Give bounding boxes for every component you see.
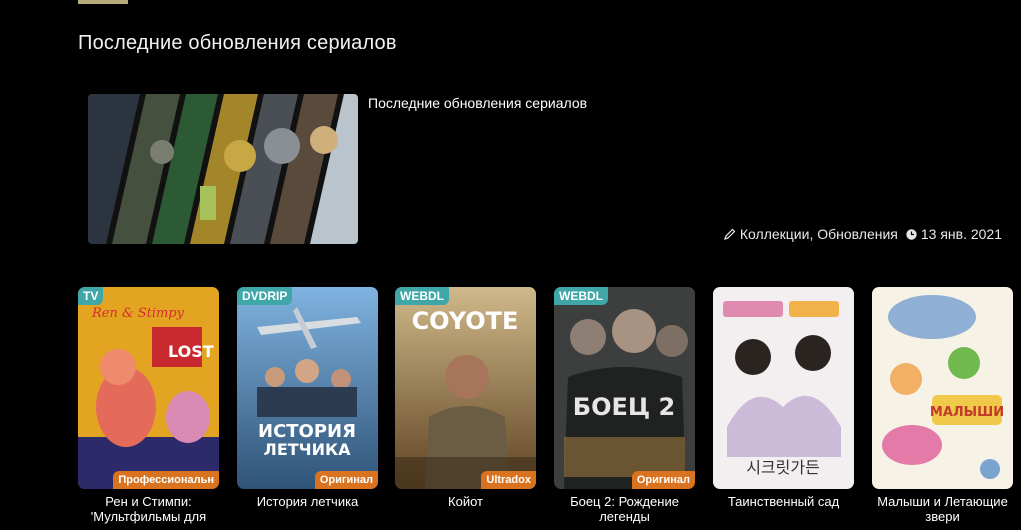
- show-poster[interactable]: COYOTE WEBDL Ultradox: [395, 287, 536, 489]
- show-title[interactable]: Койот: [395, 494, 536, 509]
- translation-badge: Оригинал: [314, 471, 378, 489]
- collection-date: 13 янв. 2021: [920, 226, 1002, 242]
- section-title: Последние обновления сериалов: [78, 32, 397, 54]
- shows-row: LOST Ren & Stimpy TV Профессиональн Рен …: [78, 287, 1021, 530]
- show-poster[interactable]: LOST Ren & Stimpy TV Профессиональн: [78, 287, 219, 489]
- show-title[interactable]: Малыши и Летающие звери: [872, 494, 1013, 524]
- translation-badge: Оригинал: [631, 471, 695, 489]
- show-poster[interactable]: 시크릿가든: [713, 287, 854, 489]
- svg-text:ИСТОРИЯ: ИСТОРИЯ: [258, 421, 356, 442]
- section-accent-line: [78, 0, 128, 4]
- svg-text:COYOTE: COYOTE: [412, 307, 519, 335]
- show-poster[interactable]: МАЛЫШИ: [872, 287, 1013, 489]
- translation-badge: Профессиональн: [113, 471, 219, 489]
- svg-text:МАЛЫШИ: МАЛЫШИ: [930, 405, 1004, 420]
- show-card[interactable]: COYOTE WEBDL Ultradox Койот: [395, 287, 536, 509]
- show-card[interactable]: 시크릿가든 Таинственный сад: [713, 287, 854, 509]
- show-poster[interactable]: ИСТОРИЯ ЛЕТЧИКА DVDRIP Оригинал: [237, 287, 378, 489]
- show-card[interactable]: LOST Ren & Stimpy TV Профессиональн Рен …: [78, 287, 219, 524]
- show-title[interactable]: История летчика: [237, 494, 378, 509]
- pencil-icon: [723, 228, 736, 240]
- show-card[interactable]: МАЛЫШИ Малыши и Летающие звери: [872, 287, 1013, 524]
- svg-text:Ren & Stimpy: Ren & Stimpy: [91, 306, 185, 321]
- collection-thumbnail[interactable]: [88, 94, 358, 244]
- svg-text:시크릿가든: 시크릿가든: [746, 458, 820, 477]
- quality-badge: WEBDL: [395, 287, 449, 305]
- collection-card[interactable]: Последние обновления сериалов Коллекции,…: [88, 94, 1008, 246]
- collection-title[interactable]: Последние обновления сериалов: [368, 95, 587, 111]
- show-poster[interactable]: БОЕЦ 2 WEBDL Оригинал: [554, 287, 695, 489]
- show-title[interactable]: Таинственный сад: [713, 494, 854, 509]
- quality-badge: DVDRIP: [237, 287, 293, 305]
- show-title[interactable]: Боец 2: Рождение легенды: [554, 494, 695, 524]
- svg-text:LOST: LOST: [168, 342, 214, 361]
- show-card[interactable]: ИСТОРИЯ ЛЕТЧИКА DVDRIP Оригинал История …: [237, 287, 378, 509]
- svg-text:ЛЕТЧИКА: ЛЕТЧИКА: [264, 440, 352, 459]
- show-title[interactable]: Рен и Стимпи: 'Мультфильмы для: [78, 494, 219, 524]
- clock-icon: [906, 228, 917, 240]
- collection-categories-link[interactable]: Коллекции, Обновления: [740, 226, 898, 242]
- quality-badge: TV: [78, 287, 104, 305]
- show-card[interactable]: БОЕЦ 2 WEBDL Оригинал Боец 2: Рождение л…: [554, 287, 695, 524]
- quality-badge: WEBDL: [554, 287, 608, 305]
- translation-badge: Ultradox: [481, 471, 536, 489]
- collection-meta: Коллекции, Обновления 13 янв. 2021: [723, 226, 1002, 242]
- svg-text:БОЕЦ 2: БОЕЦ 2: [573, 393, 675, 421]
